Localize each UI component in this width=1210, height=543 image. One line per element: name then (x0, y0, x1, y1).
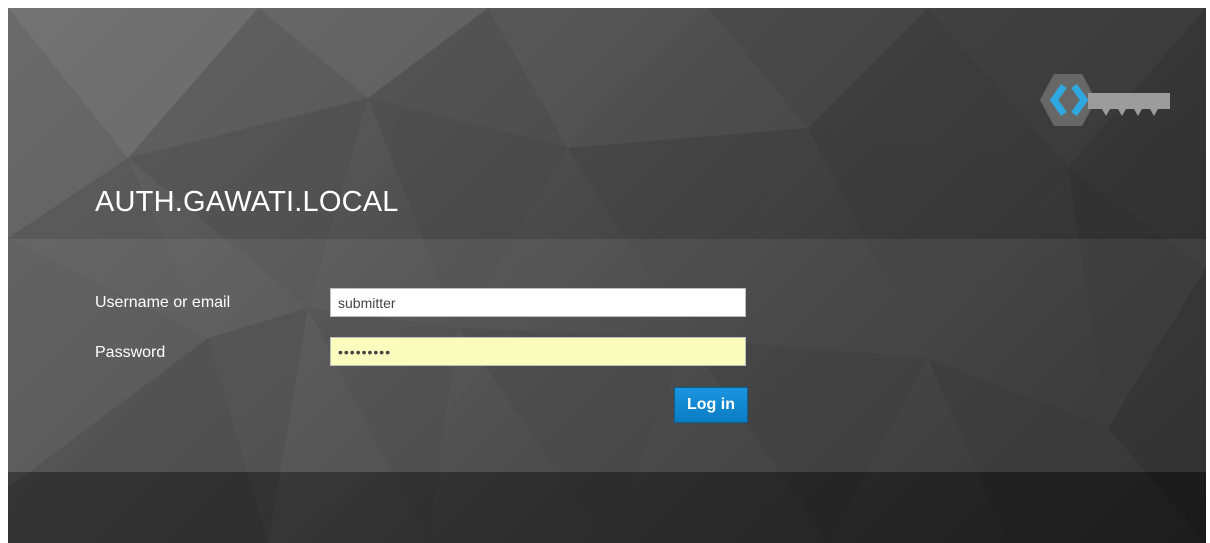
username-label: Username or email (95, 294, 231, 311)
password-input[interactable] (330, 337, 746, 366)
login-button[interactable]: Log in (674, 387, 748, 423)
keycloak-logo-icon (1040, 74, 1170, 126)
footer-band (8, 472, 1206, 543)
username-input[interactable] (330, 288, 746, 317)
login-page: AUTH.GAWATI.LOCAL Username or email Pass… (8, 8, 1206, 543)
realm-title: AUTH.GAWATI.LOCAL (95, 186, 399, 218)
password-label: Password (95, 344, 166, 361)
